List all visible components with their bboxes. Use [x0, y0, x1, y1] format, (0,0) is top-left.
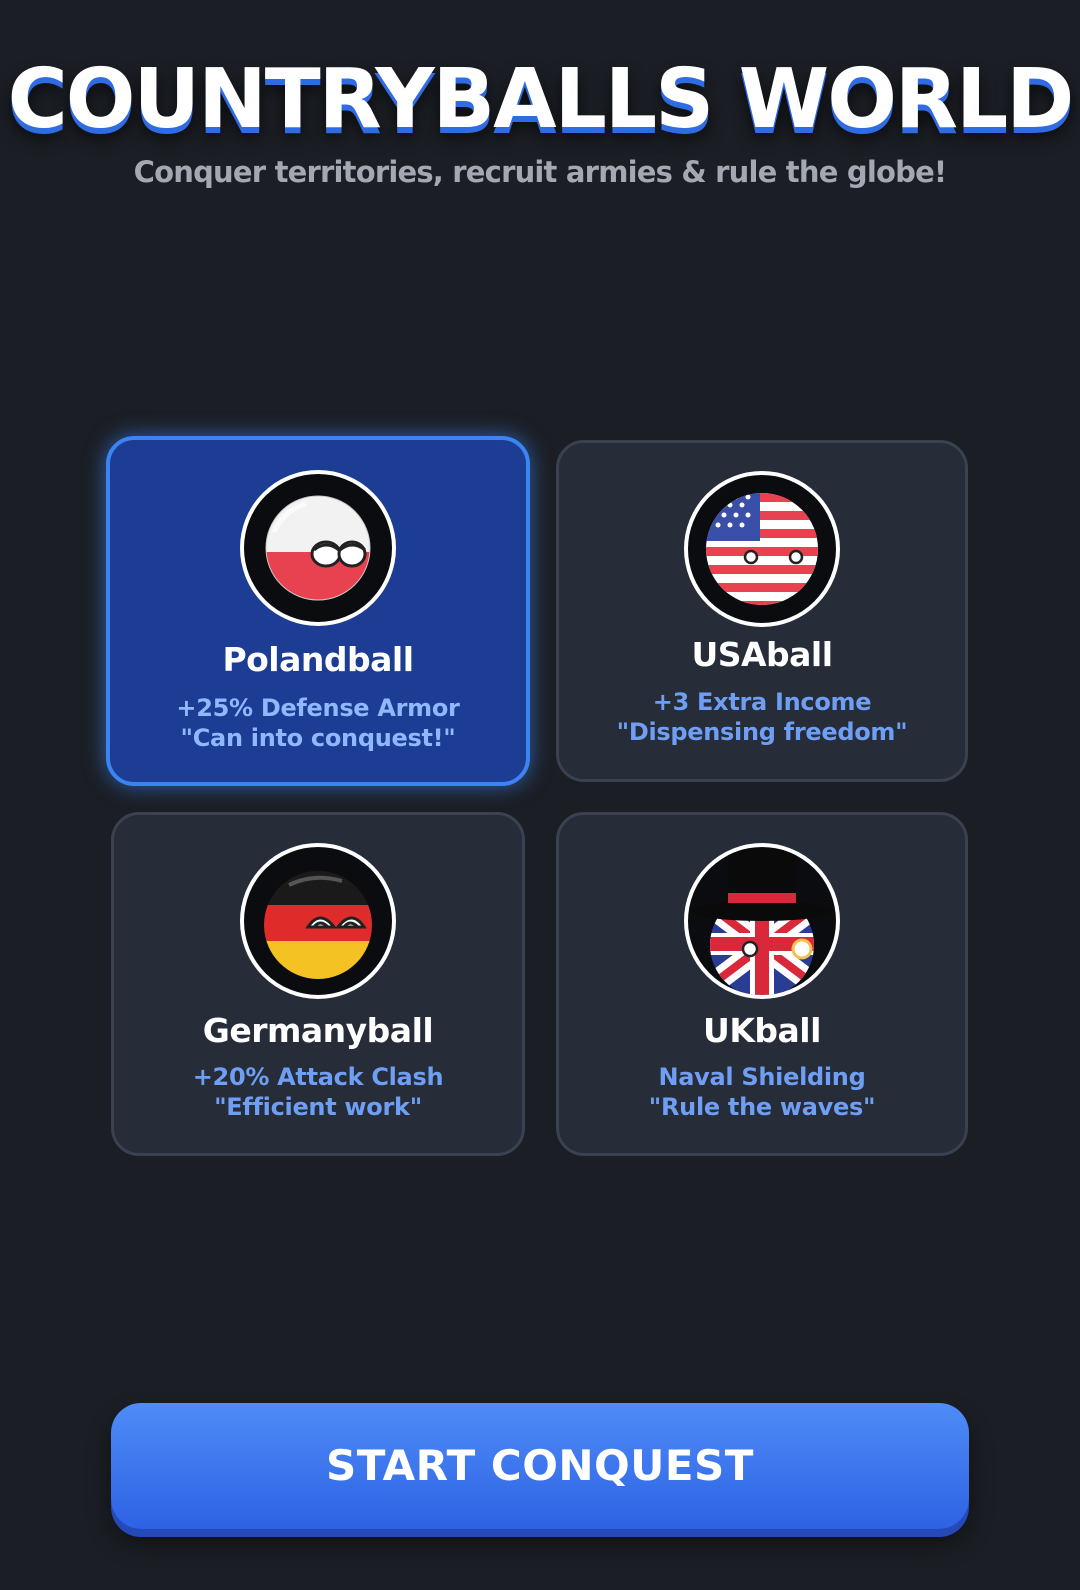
polandball-icon [240, 470, 396, 626]
game-subtitle: Conquer territories, recruit armies & ru… [133, 155, 948, 189]
country-card-ukball[interactable]: UKball Naval Shielding "Rule the waves" [556, 812, 968, 1156]
country-bonus: Naval Shielding [658, 1063, 866, 1091]
ukball-icon [684, 843, 840, 999]
country-card-polandball[interactable]: Polandball +25% Defense Armor "Can into … [106, 436, 530, 786]
country-bonus: +3 Extra Income [652, 688, 872, 716]
start-conquest-button[interactable]: START CONQUEST [111, 1403, 969, 1529]
country-name: Polandball [222, 640, 414, 679]
country-quote: "Dispensing freedom" [616, 718, 908, 746]
country-bonus: +20% Attack Clash [192, 1063, 444, 1091]
germanyball-icon [240, 843, 396, 999]
country-name: UKball [703, 1011, 821, 1050]
country-name: USAball [691, 635, 833, 674]
game-title: COUNTRYBALLS WORLD [7, 52, 1075, 147]
country-quote: "Rule the waves" [648, 1093, 876, 1121]
country-quote: "Can into conquest!" [180, 724, 456, 752]
country-bonus: +25% Defense Armor [176, 694, 460, 722]
country-card-usaball[interactable]: USAball +3 Extra Income "Dispensing free… [556, 440, 968, 782]
country-name: Germanyball [202, 1011, 434, 1050]
country-quote: "Efficient work" [214, 1093, 422, 1121]
app-root: COUNTRYBALLS WORLD Conquer territories, … [0, 0, 1080, 1590]
country-card-germanyball[interactable]: Germanyball +20% Attack Clash "Efficient… [111, 812, 525, 1156]
usaball-icon [684, 471, 840, 627]
